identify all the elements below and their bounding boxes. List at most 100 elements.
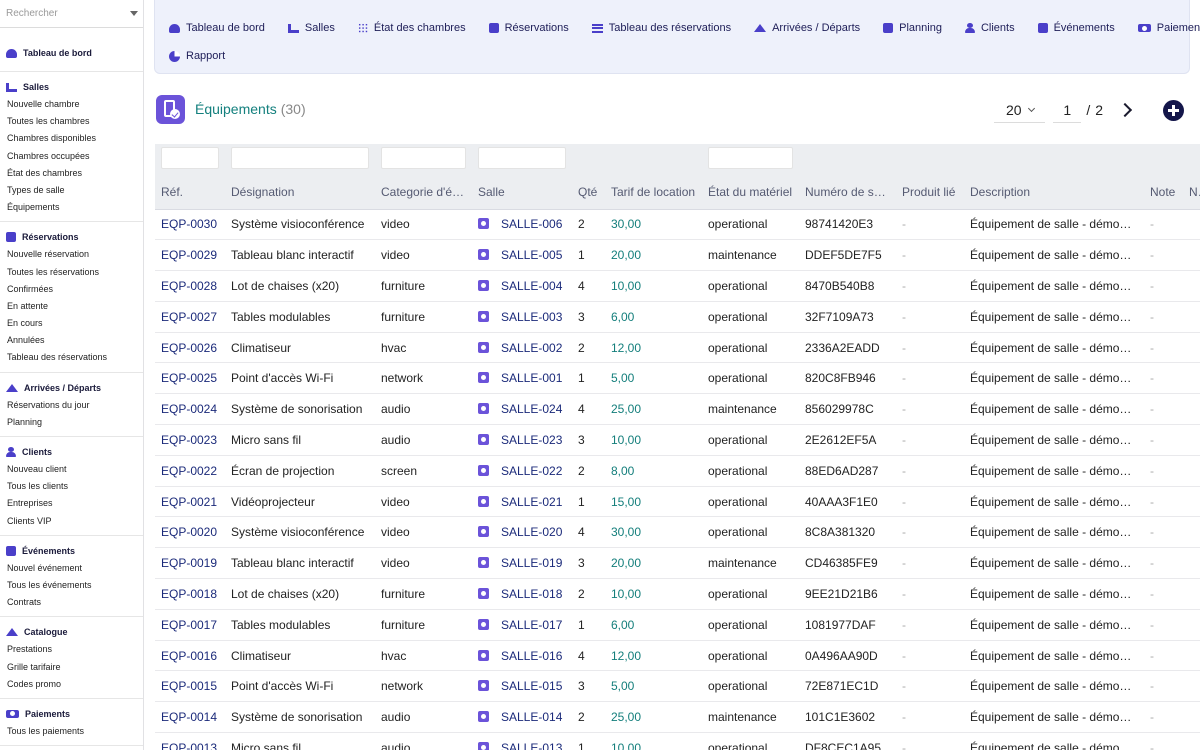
table-cell[interactable]: EQP-0025 xyxy=(155,362,225,395)
sidebar-section-title[interactable]: Clients xyxy=(0,443,143,461)
table-cell[interactable]: EQP-0018 xyxy=(155,578,225,610)
sidebar-section-title[interactable]: Paiements xyxy=(0,705,143,723)
table-cell[interactable]: SALLE-015 xyxy=(472,670,572,703)
sidebar-item[interactable]: Prestations xyxy=(0,641,143,658)
sidebar-item[interactable]: Tableau des réservations xyxy=(0,349,143,366)
room-link[interactable]: SALLE-022 xyxy=(501,464,562,478)
sidebar-item[interactable]: Toutes les réservations xyxy=(0,264,143,281)
sidebar-item[interactable]: Tous les clients xyxy=(0,478,143,495)
column-header[interactable]: Produit lié xyxy=(896,175,964,210)
sidebar-item[interactable]: Codes promo xyxy=(0,676,143,693)
column-header[interactable]: Tarif de location xyxy=(605,175,702,210)
column-filter-input[interactable] xyxy=(708,147,793,169)
sidebar-item[interactable]: Toutes les chambres xyxy=(0,113,143,130)
sidebar-section-title[interactable]: Événements xyxy=(0,542,143,560)
table-cell[interactable]: EQP-0017 xyxy=(155,609,225,641)
table-cell[interactable]: EQP-0013 xyxy=(155,732,225,750)
table-cell[interactable]: SALLE-019 xyxy=(472,547,572,580)
top-nav-item[interactable]: Paiements xyxy=(1137,22,1200,34)
table-row[interactable]: EQP-0016 Climatiseur hvac SALLE-016 4 12,00 op… xyxy=(155,640,1200,672)
sidebar-item[interactable]: Clients VIP xyxy=(0,513,143,530)
table-cell[interactable]: EQP-0030 xyxy=(155,209,225,241)
sidebar-item[interactable]: Chambres occupées xyxy=(0,148,143,165)
table-row[interactable]: EQP-0014 Système de sonorisation audio SALL… xyxy=(155,701,1200,734)
sidebar-section-title[interactable]: Salles xyxy=(0,78,143,96)
top-nav-item[interactable]: Planning xyxy=(883,22,942,34)
room-link[interactable]: SALLE-023 xyxy=(501,433,562,447)
column-filter-input[interactable] xyxy=(231,147,369,169)
column-header[interactable]: Note xyxy=(1144,175,1183,210)
table-cell[interactable]: SALLE-016 xyxy=(472,640,572,672)
column-header[interactable]: Notes xyxy=(1183,175,1200,210)
column-filter-input[interactable] xyxy=(478,147,566,169)
room-link[interactable]: SALLE-015 xyxy=(501,679,562,693)
room-link[interactable]: SALLE-004 xyxy=(501,279,562,293)
table-cell[interactable]: EQP-0028 xyxy=(155,270,225,302)
column-header[interactable]: Désignation xyxy=(225,175,375,210)
table-row[interactable]: EQP-0015 Point d'accès Wi-Fi network SALLE-… xyxy=(155,670,1200,703)
room-link[interactable]: SALLE-001 xyxy=(501,371,562,385)
column-filter-input[interactable] xyxy=(381,147,466,169)
table-row[interactable]: EQP-0019 Tableau blanc interactif video SAL… xyxy=(155,547,1200,580)
table-row[interactable]: EQP-0022 Écran de projection screen SALLE-0… xyxy=(155,455,1200,487)
room-link[interactable]: SALLE-006 xyxy=(501,217,562,231)
table-cell[interactable]: SALLE-005 xyxy=(472,239,572,272)
top-nav-item[interactable]: Réservations xyxy=(488,22,569,34)
room-link[interactable]: SALLE-019 xyxy=(501,556,562,570)
table-row[interactable]: EQP-0028 Lot de chaises (x20) furniture SAL… xyxy=(155,270,1200,302)
column-header[interactable]: Réf. xyxy=(155,175,225,210)
table-row[interactable]: EQP-0027 Tables modulables furniture SALLE-… xyxy=(155,301,1200,333)
add-equipment-button[interactable] xyxy=(1163,99,1184,121)
column-header[interactable]: Categorie d'équipement xyxy=(375,175,472,210)
room-link[interactable]: SALLE-016 xyxy=(501,649,562,663)
table-cell[interactable]: SALLE-018 xyxy=(472,578,572,610)
table-cell[interactable]: EQP-0015 xyxy=(155,670,225,703)
column-header[interactable]: État du matériel xyxy=(702,175,799,210)
table-cell[interactable]: SALLE-022 xyxy=(472,455,572,487)
table-cell[interactable]: SALLE-006 xyxy=(472,209,572,241)
sidebar-item[interactable]: Nouveau client xyxy=(0,461,143,478)
room-link[interactable]: SALLE-024 xyxy=(501,402,562,416)
table-cell[interactable]: SALLE-021 xyxy=(472,486,572,518)
top-nav-item[interactable]: Tableau de bord xyxy=(169,22,265,34)
room-link[interactable]: SALLE-018 xyxy=(501,587,562,601)
table-row[interactable]: EQP-0025 Point d'accès Wi-Fi network SALLE-… xyxy=(155,362,1200,395)
sidebar-item[interactable]: Chambres disponibles xyxy=(0,130,143,147)
table-cell[interactable]: SALLE-020 xyxy=(472,516,572,549)
search-input[interactable] xyxy=(6,8,136,19)
table-row[interactable]: EQP-0026 Climatiseur hvac SALLE-002 2 12,00 op… xyxy=(155,332,1200,364)
sidebar-section-title[interactable]: Arrivées / Départs xyxy=(0,379,143,397)
room-link[interactable]: SALLE-002 xyxy=(501,341,562,355)
table-cell[interactable]: EQP-0024 xyxy=(155,393,225,426)
column-header[interactable]: Salle xyxy=(472,175,572,210)
table-row[interactable]: EQP-0017 Tables modulables furniture SALLE-… xyxy=(155,609,1200,641)
table-row[interactable]: EQP-0021 Vidéoprojecteur video SALLE-021 1 15… xyxy=(155,486,1200,518)
sidebar-item[interactable]: Tous les événements xyxy=(0,577,143,594)
room-link[interactable]: SALLE-021 xyxy=(501,495,562,509)
sidebar-item[interactable]: Tous les paiements xyxy=(0,723,143,740)
table-cell[interactable]: EQP-0019 xyxy=(155,547,225,580)
sidebar-item[interactable]: Entreprises xyxy=(0,495,143,512)
table-row[interactable]: EQP-0023 Micro sans fil audio SALLE-023 3 10,… xyxy=(155,424,1200,456)
sidebar-item[interactable]: Nouvelle réservation xyxy=(0,246,143,263)
sidebar-item[interactable]: Équipements xyxy=(0,199,143,216)
top-nav-item[interactable]: Événements xyxy=(1037,22,1115,34)
table-cell[interactable]: EQP-0016 xyxy=(155,640,225,672)
table-cell[interactable]: SALLE-024 xyxy=(472,393,572,426)
sidebar-item[interactable]: Planning xyxy=(0,414,143,431)
table-row[interactable]: EQP-0020 Système visioconférence video SALL… xyxy=(155,516,1200,549)
column-header[interactable]: Description xyxy=(964,175,1144,210)
table-cell[interactable]: EQP-0014 xyxy=(155,701,225,734)
sidebar-item[interactable]: Nouvelle chambre xyxy=(0,96,143,113)
room-link[interactable]: SALLE-017 xyxy=(501,618,562,632)
top-nav-item[interactable]: Clients xyxy=(964,22,1015,34)
room-link[interactable]: SALLE-013 xyxy=(501,741,562,750)
table-cell[interactable]: EQP-0023 xyxy=(155,424,225,456)
table-cell[interactable]: EQP-0026 xyxy=(155,332,225,364)
sidebar-item[interactable]: Confirmées xyxy=(0,281,143,298)
top-nav-item[interactable]: Rapport xyxy=(169,50,225,62)
sidebar-item[interactable]: Nouvel événement xyxy=(0,560,143,577)
table-cell[interactable]: EQP-0027 xyxy=(155,301,225,333)
top-nav-item[interactable]: État des chambres xyxy=(357,22,466,34)
room-link[interactable]: SALLE-003 xyxy=(501,310,562,324)
